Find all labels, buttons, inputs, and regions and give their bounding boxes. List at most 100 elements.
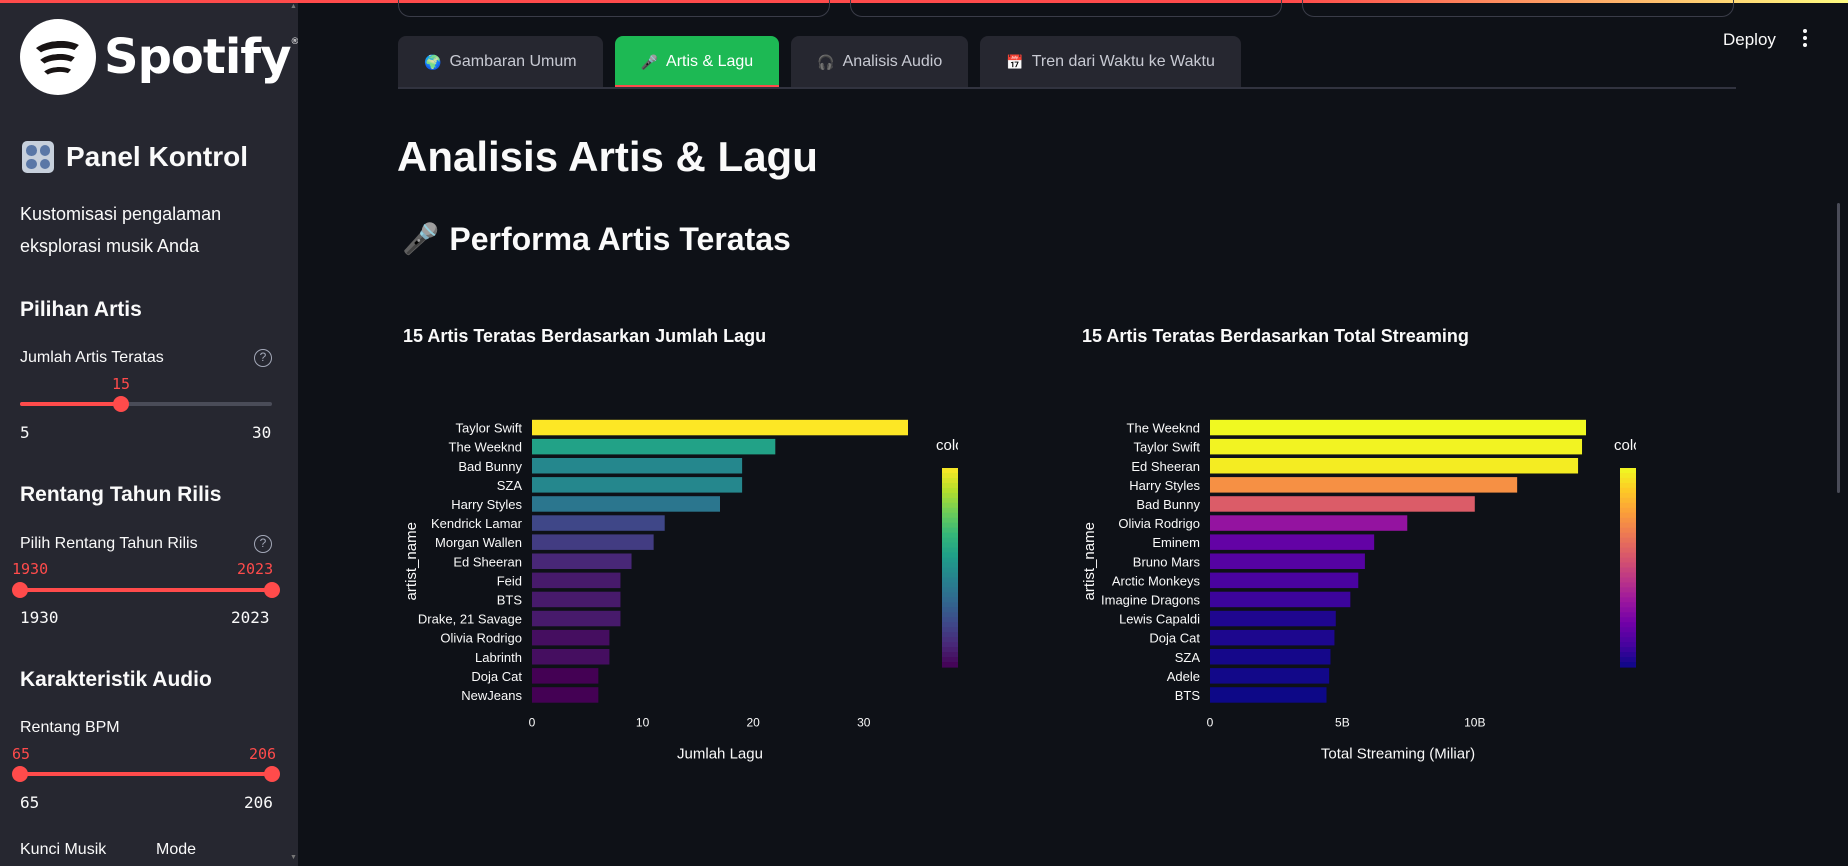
category-label: Imagine Dragons (1101, 592, 1200, 607)
year-high-value: 2023 (237, 560, 274, 578)
colorbar-segment (1620, 602, 1636, 608)
x-axis-label: Jumlah Lagu (677, 746, 763, 763)
colorbar-segment (942, 662, 958, 668)
bar (1210, 458, 1579, 474)
tab-label: Gambaran Umum (449, 53, 577, 70)
colorbar-segment (942, 622, 958, 628)
year-section-heading: Rentang Tahun Rilis (20, 483, 222, 506)
colorbar-segment (942, 617, 958, 623)
scroll-down-icon[interactable]: ▼ (290, 854, 297, 861)
category-label: Drake, 21 Savage (418, 612, 522, 627)
slider-thumb-low[interactable] (12, 582, 28, 598)
y-axis-label: artist_name (1081, 522, 1098, 600)
colorbar-segment (1620, 622, 1636, 628)
bar (1210, 610, 1336, 627)
colorbar-segment (1620, 522, 1636, 529)
colorbar-segment (1620, 577, 1636, 584)
colorbar-title: color (1614, 437, 1636, 454)
deploy-button[interactable]: Deploy (1723, 30, 1776, 50)
colorbar-segment (942, 637, 958, 643)
colorbar-segment (942, 592, 958, 598)
section-title: 🎤 Performa Artis Teratas (402, 221, 791, 258)
slider-thumb-low[interactable] (12, 766, 28, 782)
colorbar-title: color (936, 437, 958, 454)
sidebar-scrollbar[interactable]: ▲ ▼ (290, 3, 297, 866)
panel-title: Panel Kontrol (22, 141, 248, 173)
category-label: SZA (1175, 650, 1201, 665)
colorbar-segment (942, 487, 958, 494)
tab-overview[interactable]: 🌍 Gambaran Umum (398, 36, 603, 88)
slider-thumb[interactable] (113, 396, 129, 412)
colorbar-segment (942, 522, 958, 529)
colorbar-segment (942, 657, 958, 663)
category-label: Arctic Monkeys (1112, 573, 1201, 588)
chart-songs: Taylor Swift The Weeknd Bad Bunny SZA Harry … (403, 419, 958, 763)
colorbar-segment (1620, 607, 1636, 613)
category-label: The Weeknd (1127, 421, 1200, 436)
top-artists-label: Jumlah Artis Teratas (20, 349, 164, 366)
colorbar-segment (942, 552, 958, 559)
microphone-icon: 🎤 (402, 223, 440, 256)
category-label: Bad Bunny (1136, 497, 1200, 512)
top-artists-slider[interactable] (20, 396, 272, 412)
y-axis-label: artist_name (403, 522, 420, 600)
colorbar-segment (1620, 497, 1636, 504)
metric-card (398, 0, 830, 17)
colorbar-segment (1620, 647, 1636, 653)
colorbar-segment (1620, 612, 1636, 618)
main-menu-icon[interactable] (1803, 29, 1809, 47)
category-label: Taylor Swift (456, 421, 523, 436)
bar (532, 591, 621, 608)
help-icon[interactable]: ? (254, 535, 272, 553)
slider-min: 5 (20, 423, 30, 442)
x-tick-label: 0 (1207, 716, 1214, 730)
category-label: The Weeknd (449, 440, 522, 455)
year-low-value: 1930 (12, 560, 49, 578)
page-title: Analisis Artis & Lagu (397, 133, 818, 180)
help-icon[interactable]: ? (254, 349, 272, 367)
tab-trends[interactable]: 📅 Tren dari Waktu ke Waktu (980, 36, 1241, 88)
colorbar-segment (942, 602, 958, 608)
chart-streams: The Weeknd Taylor Swift Ed Sheeran Harry St… (1081, 419, 1636, 763)
slider-fill (20, 402, 121, 406)
category-label: BTS (1175, 688, 1201, 703)
bpm-range-label: Rentang BPM (20, 719, 120, 736)
calendar-icon: 📅 (1006, 53, 1024, 70)
slider-thumb-high[interactable] (264, 582, 280, 598)
colorbar-segment (1620, 517, 1636, 524)
slider-min: 65 (20, 793, 40, 812)
colorbar-segment (1620, 632, 1636, 638)
colorbar-segment (1620, 537, 1636, 544)
colorbar-segment (942, 547, 958, 554)
bar (1210, 629, 1335, 646)
slider-fill (20, 772, 272, 776)
x-tick-label: 5B (1335, 716, 1350, 730)
tab-label: Tren dari Waktu ke Waktu (1031, 53, 1215, 70)
colorbar-segment (942, 562, 958, 569)
category-label: Bruno Mars (1133, 554, 1201, 569)
section-title-text: Performa Artis Teratas (449, 221, 791, 257)
colorbar-segment (1620, 572, 1636, 579)
colorbar-segment (1620, 642, 1636, 648)
year-range-slider[interactable] (12, 582, 280, 598)
colorbar-segment (1620, 567, 1636, 574)
category-label: Olivia Rodrigo (1118, 516, 1200, 531)
main-scrollbar[interactable] (1837, 203, 1840, 493)
x-tick-label: 20 (746, 716, 760, 730)
colorbar-segment (1620, 552, 1636, 559)
tab-artists-songs[interactable]: 🎤 Artis & Lagu (614, 36, 780, 88)
scroll-up-icon[interactable]: ▲ (290, 3, 297, 10)
tab-audio-analysis[interactable]: 🎧 Analisis Audio (791, 36, 969, 88)
slider-thumb-high[interactable] (264, 766, 280, 782)
colorbar-segment (942, 582, 958, 588)
colorbar-segment (942, 472, 958, 479)
colorbar-segment (942, 497, 958, 504)
chart-title-songs: 15 Artis Teratas Berdasarkan Jumlah Lagu (403, 326, 767, 346)
colorbar-segment (1620, 652, 1636, 658)
bpm-range-slider[interactable] (12, 766, 280, 782)
colorbar-segment (1620, 527, 1636, 534)
tab-label: Artis & Lagu (666, 53, 754, 70)
category-label: Eminem (1152, 535, 1200, 550)
bar (532, 419, 908, 436)
colorbar-segment (942, 542, 958, 549)
